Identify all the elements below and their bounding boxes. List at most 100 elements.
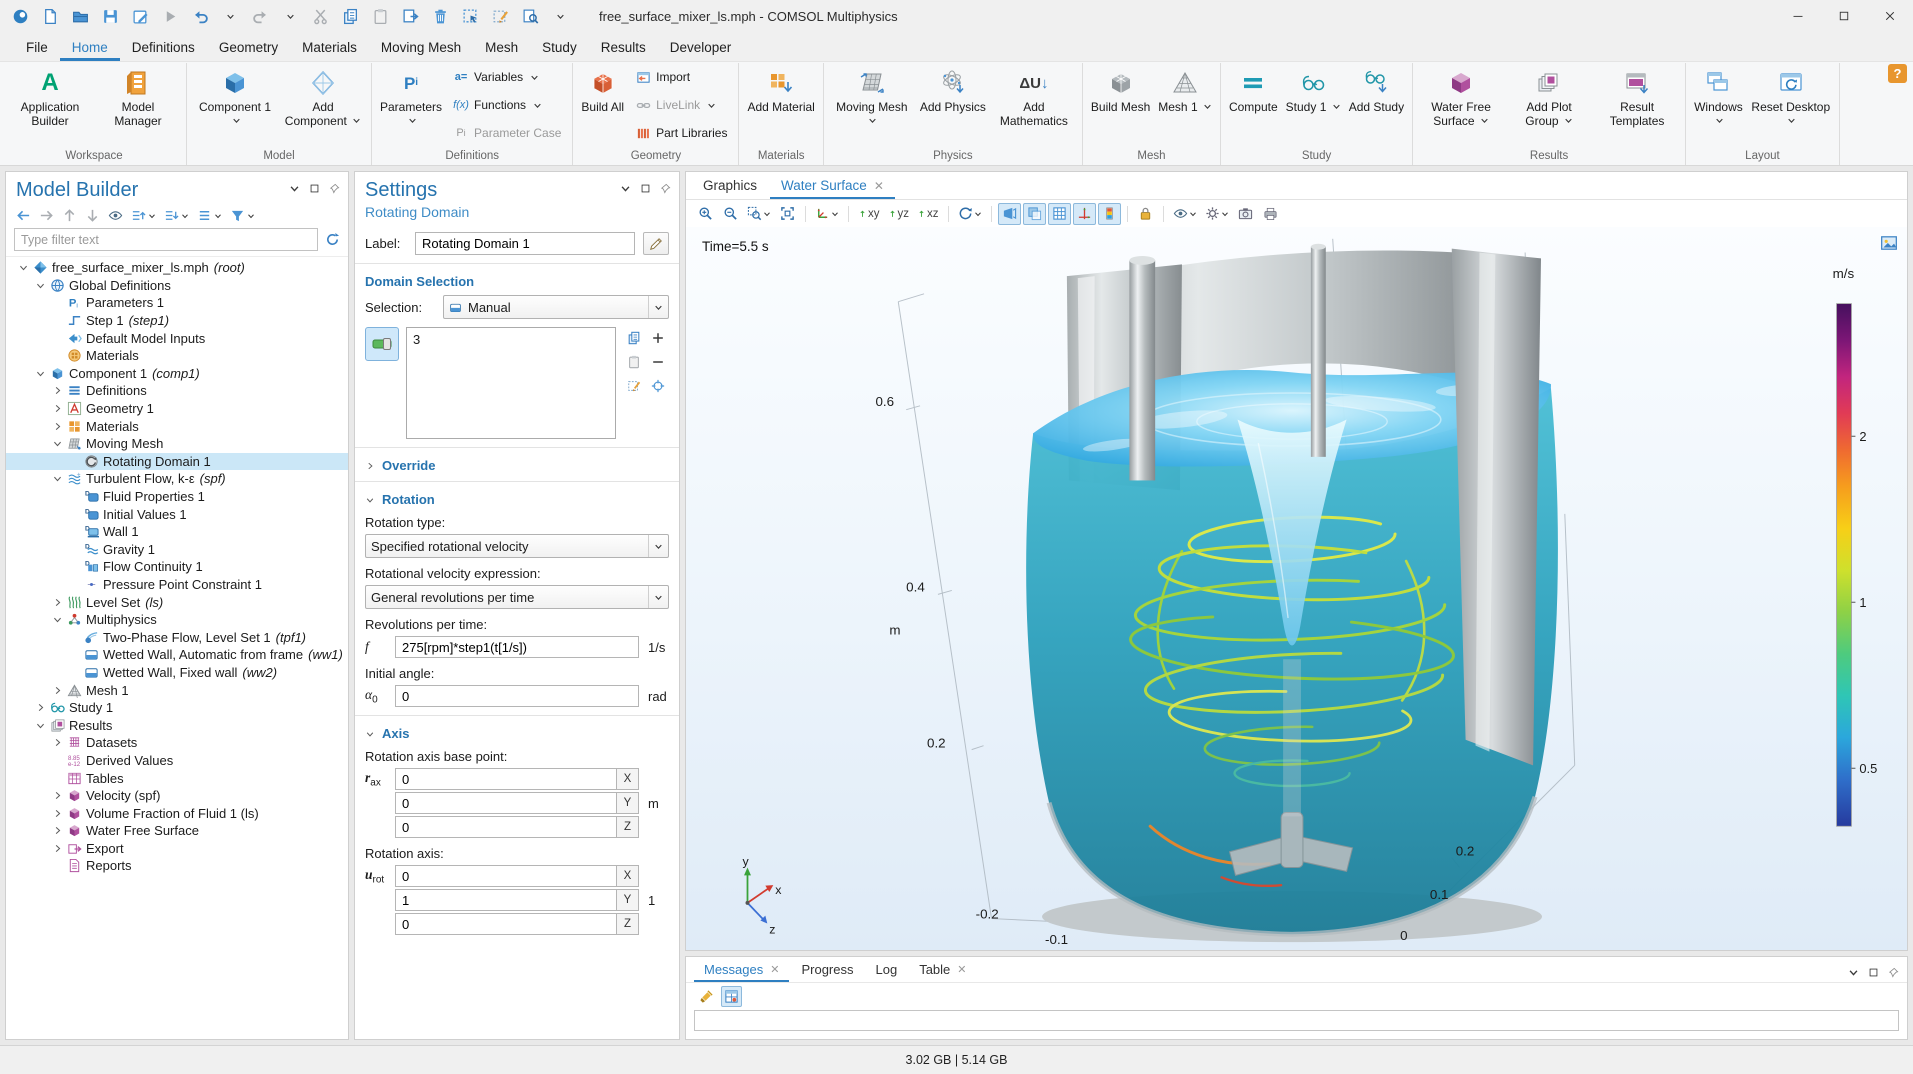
build-mesh-button[interactable]: Build Mesh [1088,63,1153,149]
show-toggle-button[interactable] [108,208,123,223]
tree-item-fluid-properties-1[interactable]: Fluid Properties 1 [6,488,348,506]
copy-button[interactable] [338,4,363,28]
move-down-button[interactable] [85,208,100,223]
tree-item-default-model-inputs[interactable]: Default Model Inputs [6,329,348,347]
scene-light-button[interactable] [998,203,1021,225]
study-1-button[interactable]: Study 1 [1283,63,1344,149]
tree-item-derived-values[interactable]: Derived Values [6,752,348,770]
tree-item-two-phase-flow[interactable]: Two-Phase Flow, Level Set 1(tpf1) [6,628,348,646]
rotation-axis-x-input[interactable] [395,865,616,887]
tree-item-definitions[interactable]: Definitions [6,382,348,400]
build-all-button[interactable]: Build All [578,63,627,149]
tree-item-level-set[interactable]: Level Set(ls) [6,593,348,611]
tree-item-root[interactable]: free_surface_mixer_ls.mph(root) [6,259,348,277]
graphics-canvas[interactable]: m/s 2 1 0.5 0.6 0.4 m 0.2 [686,227,1907,950]
messages-output-field[interactable] [694,1010,1899,1031]
tree-item-volume-fraction[interactable]: Volume Fraction of Fluid 1 (ls) [6,804,348,822]
pin-window-icon[interactable] [1888,967,1899,978]
tree-item-flow-continuity-1[interactable]: Flow Continuity 1 [6,558,348,576]
section-domain-selection[interactable]: Domain Selection [365,274,669,289]
select-box-button[interactable] [458,4,483,28]
reset-desktop-button[interactable]: Reset Desktop [1748,63,1834,149]
water-free-surface-button[interactable]: Water Free Surface [1418,63,1504,149]
clear-selection-button[interactable] [623,375,645,397]
lock-view-button[interactable] [1134,203,1157,225]
tab-definitions[interactable]: Definitions [120,32,207,61]
tab-developer[interactable]: Developer [658,32,744,61]
image-options-button[interactable] [1170,203,1200,225]
tree-item-tables[interactable]: Tables [6,769,348,787]
revolutions-input[interactable] [395,636,639,658]
base-point-x-input[interactable] [395,768,616,790]
add-study-button[interactable]: Add Study [1346,63,1407,149]
part-libraries-button[interactable]: Part Libraries [631,123,731,143]
paste-button[interactable] [368,4,393,28]
tree-item-export[interactable]: Export [6,840,348,858]
panel-menu-arrow-icon[interactable] [1848,967,1859,978]
pin-window-icon[interactable] [329,183,340,194]
float-window-icon[interactable] [640,183,651,194]
help-button[interactable]: ? [1888,64,1907,83]
panel-menu-arrow-icon[interactable] [289,183,300,194]
minimize-button[interactable] [1775,0,1821,32]
tree-item-initial-values-1[interactable]: Initial Values 1 [6,505,348,523]
remove-from-selection-button[interactable] [647,351,669,373]
tab-water-surface[interactable]: Water Surface✕ [770,172,895,199]
run-button[interactable] [158,4,183,28]
section-axis[interactable]: Axis [365,726,669,741]
filter-button[interactable] [230,208,255,223]
close-button[interactable] [1867,0,1913,32]
rotation-axis-y-input[interactable] [395,889,616,911]
tree-item-gravity-1[interactable]: Gravity 1 [6,541,348,559]
initial-angle-input[interactable] [395,685,639,707]
tree-item-wetted-wall-2[interactable]: Wetted Wall, Fixed wall(ww2) [6,664,348,682]
rotation-type-dropdown[interactable]: Specified rotational velocity [365,534,669,558]
table-window-button[interactable] [721,986,742,1007]
tree-item-component-1[interactable]: Component 1(comp1) [6,365,348,383]
add-component-button[interactable]: Add Component [280,63,366,149]
undo-button[interactable] [188,4,213,28]
close-tab-icon[interactable]: ✕ [874,179,884,193]
snapshot-camera-button[interactable] [1234,203,1257,225]
tab-results[interactable]: Results [589,32,658,61]
tree-item-results[interactable]: Results [6,716,348,734]
variables-button[interactable]: a=Variables [449,67,565,87]
print-button[interactable] [1259,203,1282,225]
tree-item-water-free-surface[interactable]: Water Free Surface [6,822,348,840]
active-toggle-button[interactable] [365,327,399,361]
parameter-case-button[interactable]: PiParameter Case [449,123,565,143]
component-1-button[interactable]: Component 1 [192,63,278,149]
save-view-button[interactable] [128,4,153,28]
collapse-all-button[interactable] [164,208,189,223]
tree-item-parameters-1[interactable]: Parameters 1 [6,294,348,312]
rotate-view-button[interactable] [955,203,985,225]
tree-item-reports[interactable]: Reports [6,857,348,875]
tree-item-geometry-1[interactable]: Geometry 1 [6,400,348,418]
rename-button[interactable] [643,232,669,255]
section-override[interactable]: Override [365,458,669,473]
clear-selection-button[interactable] [488,4,513,28]
cut-button[interactable] [308,4,333,28]
duplicate-button[interactable] [398,4,423,28]
redo-dropdown-arrow-icon[interactable] [278,4,303,28]
mesh-1-button[interactable]: Mesh 1 [1155,63,1215,149]
tree-item-turbulent-flow[interactable]: Turbulent Flow, k-ε(spf) [6,470,348,488]
tree-item-materials-component[interactable]: Materials [6,417,348,435]
maximize-button[interactable] [1821,0,1867,32]
tree-item-step-1[interactable]: Step 1(step1) [6,312,348,330]
tab-file[interactable]: File [14,32,60,61]
functions-button[interactable]: f(x)Functions [449,95,565,115]
pin-window-icon[interactable] [660,183,671,194]
panel-menu-arrow-icon[interactable] [620,183,631,194]
windows-button[interactable]: Windows [1691,63,1746,149]
zoom-out-button[interactable] [719,203,742,225]
add-mathematics-button[interactable]: ΔU↓ Add Mathematics [991,63,1077,149]
delete-button[interactable] [428,4,453,28]
copy-selection-button[interactable] [623,327,645,349]
plot-image-icon[interactable] [1880,234,1898,252]
section-rotation[interactable]: Rotation [365,492,669,507]
open-file-button[interactable] [68,4,93,28]
tab-log[interactable]: Log [866,957,908,982]
close-tab-icon[interactable]: ✕ [770,963,779,976]
go-back-button[interactable] [16,208,31,223]
